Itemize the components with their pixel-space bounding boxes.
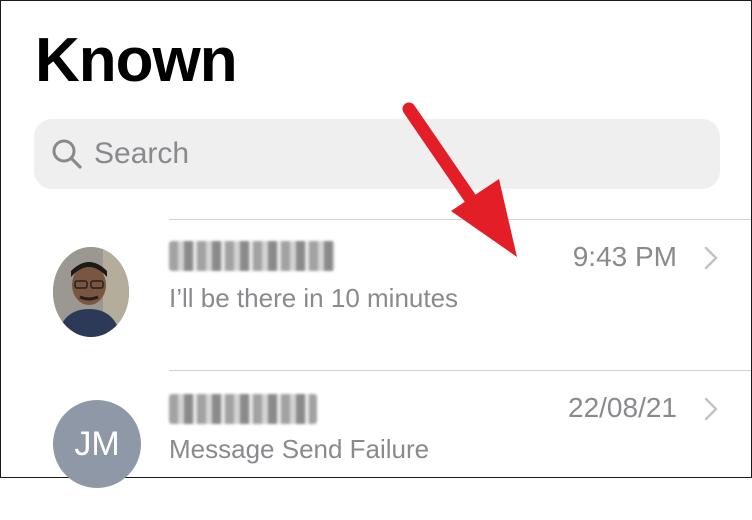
annotation-arrow-icon xyxy=(402,102,517,257)
